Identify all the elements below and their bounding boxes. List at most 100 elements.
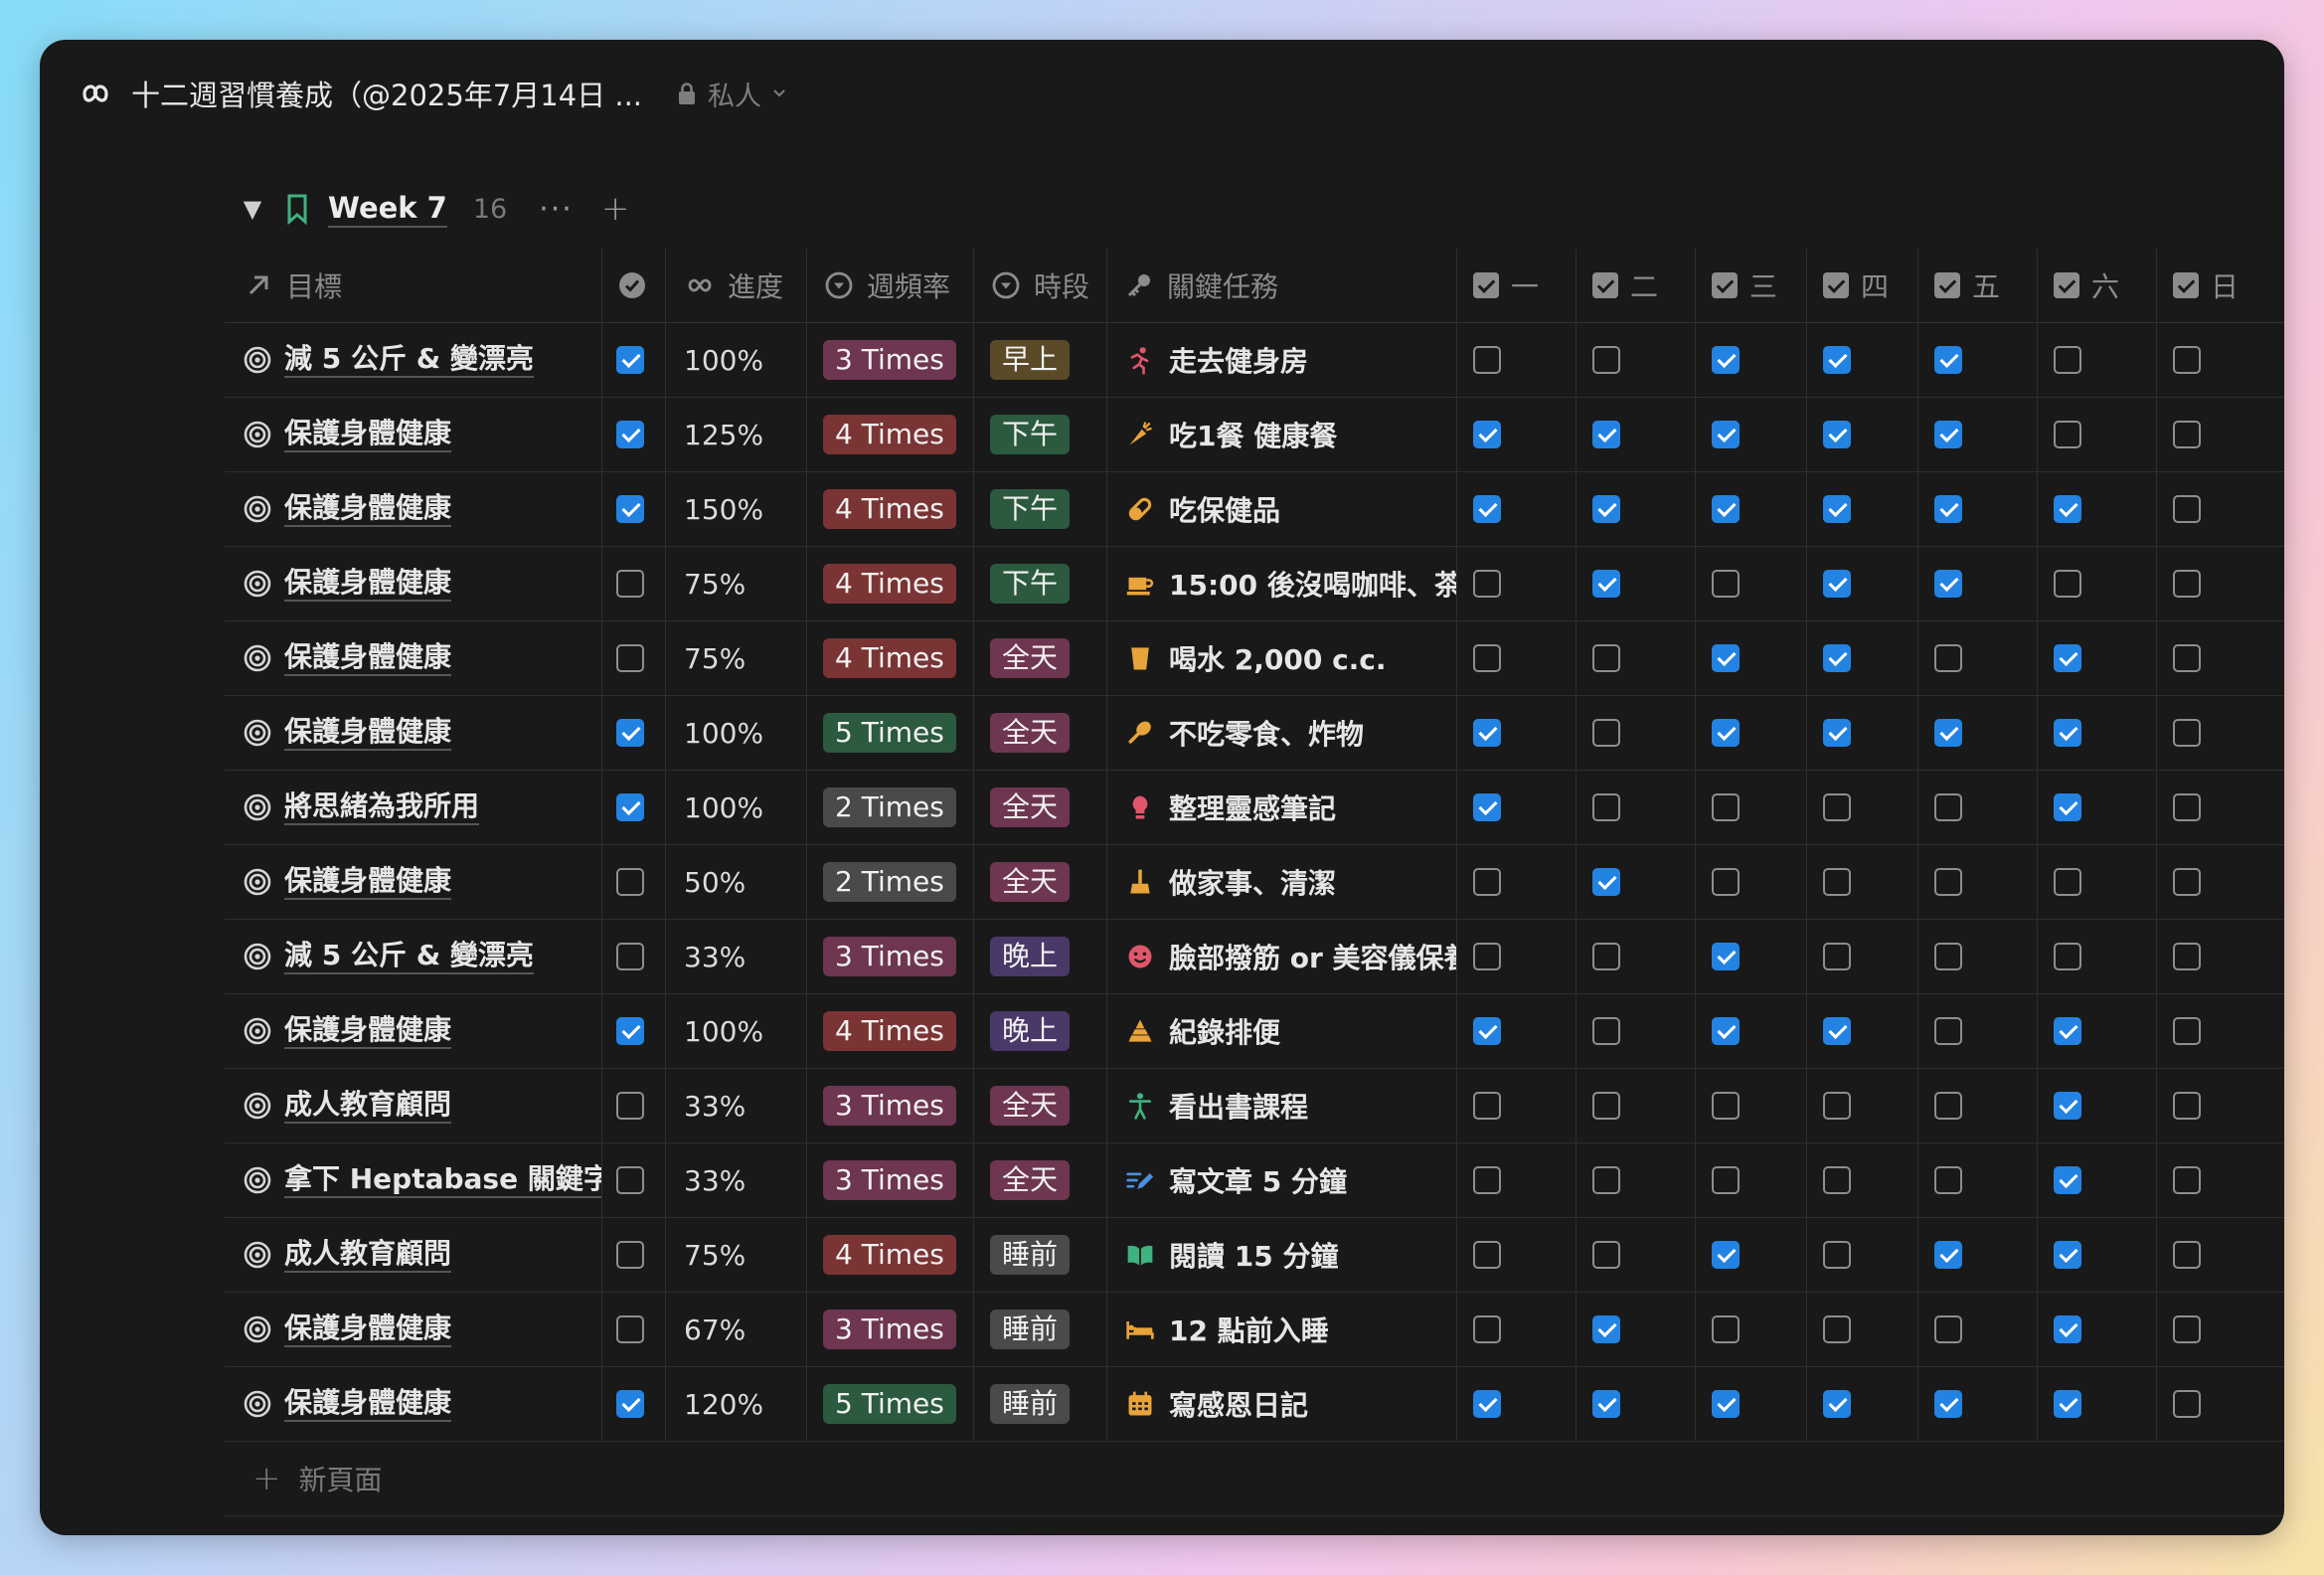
day-checkbox-fri[interactable] [1934, 1166, 1962, 1194]
day-checkbox-wed[interactable] [1712, 868, 1740, 896]
day-checkbox-sat[interactable] [2054, 421, 2081, 448]
day-checkbox-sun[interactable] [2173, 1241, 2201, 1269]
day-checkbox-sun[interactable] [2173, 346, 2201, 374]
done-checkbox[interactable] [616, 570, 644, 598]
day-checkbox-sat[interactable] [2054, 868, 2081, 896]
frequency-cell[interactable]: 4 Times [807, 472, 974, 546]
day-checkbox-mon[interactable] [1473, 1166, 1501, 1194]
time-cell[interactable]: 晚上 [974, 920, 1107, 993]
day-checkbox-tue[interactable] [1592, 346, 1620, 374]
task-cell[interactable]: 15:00 後沒喝咖啡、茶 [1107, 547, 1457, 620]
day-checkbox-sun[interactable] [2173, 943, 2201, 970]
day-checkbox-thu[interactable] [1823, 421, 1851, 448]
day-checkbox-fri[interactable] [1934, 1017, 1962, 1045]
day-checkbox-fri[interactable] [1934, 1241, 1962, 1269]
day-checkbox-wed[interactable] [1712, 346, 1740, 374]
time-cell[interactable]: 下午 [974, 547, 1107, 620]
frequency-cell[interactable]: 3 Times [807, 920, 974, 993]
day-checkbox-wed[interactable] [1712, 943, 1740, 970]
day-checkbox-thu[interactable] [1823, 793, 1851, 821]
goal-link[interactable]: 保護身體健康 [284, 640, 452, 676]
table-row[interactable]: 保護身體健康 125% 4 Times 下午 吃1餐 健康餐 [225, 398, 2284, 472]
day-checkbox-sat[interactable] [2054, 943, 2081, 970]
table-row[interactable]: 拿下 Heptabase 關鍵字 33% 3 Times 全天 寫文章 5 分鐘 [225, 1143, 2284, 1218]
header-progress[interactable]: 進度 [666, 249, 807, 322]
table-row[interactable]: 保護身體健康 75% 4 Times 全天 喝水 2,000 c.c. [225, 621, 2284, 696]
time-cell[interactable]: 全天 [974, 771, 1107, 844]
table-row[interactable]: 成人教育顧問 33% 3 Times 全天 看出書課程 [225, 1069, 2284, 1143]
day-checkbox-wed[interactable] [1712, 1017, 1740, 1045]
day-checkbox-mon[interactable] [1473, 495, 1501, 523]
day-checkbox-tue[interactable] [1592, 1241, 1620, 1269]
day-checkbox-sun[interactable] [2173, 495, 2201, 523]
frequency-cell[interactable]: 5 Times [807, 696, 974, 770]
goal-link[interactable]: 保護身體健康 [284, 1312, 452, 1347]
time-cell[interactable]: 全天 [974, 696, 1107, 770]
frequency-cell[interactable]: 3 Times [807, 1069, 974, 1142]
goal-link[interactable]: 保護身體健康 [284, 491, 452, 527]
header-frequency[interactable]: 週頻率 [807, 249, 974, 322]
day-checkbox-tue[interactable] [1592, 495, 1620, 523]
header-day-sat[interactable]: 六 [2038, 249, 2157, 322]
header-goal[interactable]: 目標 [225, 249, 602, 322]
time-cell[interactable]: 晚上 [974, 994, 1107, 1068]
time-cell[interactable]: 全天 [974, 1143, 1107, 1217]
day-checkbox-fri[interactable] [1934, 793, 1962, 821]
frequency-cell[interactable]: 4 Times [807, 621, 974, 695]
day-checkbox-mon[interactable] [1473, 943, 1501, 970]
header-day-mon[interactable]: 一 [1457, 249, 1577, 322]
time-cell[interactable]: 睡前 [974, 1218, 1107, 1292]
done-checkbox[interactable] [616, 346, 644, 374]
day-checkbox-sun[interactable] [2173, 1092, 2201, 1120]
done-checkbox[interactable] [616, 1390, 644, 1418]
done-checkbox[interactable] [616, 1241, 644, 1269]
frequency-cell[interactable]: 3 Times [807, 1143, 974, 1217]
table-row[interactable]: 保護身體健康 50% 2 Times 全天 做家事、清潔 [225, 845, 2284, 920]
task-cell[interactable]: 紀錄排便 [1107, 994, 1457, 1068]
day-checkbox-thu[interactable] [1823, 644, 1851, 672]
day-checkbox-thu[interactable] [1823, 1092, 1851, 1120]
day-checkbox-tue[interactable] [1592, 868, 1620, 896]
table-row[interactable]: 減 5 公斤 & 變漂亮 100% 3 Times 早上 走去健身房 [225, 323, 2284, 398]
done-checkbox[interactable] [616, 943, 644, 970]
day-checkbox-sun[interactable] [2173, 1166, 2201, 1194]
day-checkbox-fri[interactable] [1934, 868, 1962, 896]
day-checkbox-sat[interactable] [2054, 346, 2081, 374]
day-checkbox-sat[interactable] [2054, 1241, 2081, 1269]
task-cell[interactable]: 臉部撥筋 or 美容儀保養 [1107, 920, 1457, 993]
day-checkbox-sat[interactable] [2054, 570, 2081, 598]
task-cell[interactable]: 12 點前入睡 [1107, 1293, 1457, 1366]
day-checkbox-mon[interactable] [1473, 1390, 1501, 1418]
day-checkbox-tue[interactable] [1592, 793, 1620, 821]
header-task[interactable]: 關鍵任務 [1107, 249, 1457, 322]
day-checkbox-sat[interactable] [2054, 719, 2081, 747]
done-checkbox[interactable] [616, 644, 644, 672]
day-checkbox-mon[interactable] [1473, 421, 1501, 448]
day-checkbox-mon[interactable] [1473, 793, 1501, 821]
day-checkbox-wed[interactable] [1712, 570, 1740, 598]
frequency-cell[interactable]: 2 Times [807, 771, 974, 844]
done-checkbox[interactable] [616, 793, 644, 821]
day-checkbox-thu[interactable] [1823, 495, 1851, 523]
day-checkbox-sun[interactable] [2173, 421, 2201, 448]
day-checkbox-wed[interactable] [1712, 1315, 1740, 1343]
day-checkbox-wed[interactable] [1712, 1166, 1740, 1194]
goal-link[interactable]: 將思緒為我所用 [284, 789, 480, 825]
header-day-thu[interactable]: 四 [1807, 249, 1918, 322]
frequency-cell[interactable]: 2 Times [807, 845, 974, 919]
day-checkbox-wed[interactable] [1712, 793, 1740, 821]
day-checkbox-tue[interactable] [1592, 719, 1620, 747]
header-day-tue[interactable]: 二 [1577, 249, 1696, 322]
task-cell[interactable]: 吃1餐 健康餐 [1107, 398, 1457, 471]
task-cell[interactable]: 整理靈感筆記 [1107, 771, 1457, 844]
day-checkbox-fri[interactable] [1934, 1390, 1962, 1418]
day-checkbox-fri[interactable] [1934, 570, 1962, 598]
group-add-button[interactable]: + [601, 189, 630, 229]
table-row[interactable]: 保護身體健康 150% 4 Times 下午 吃保健品 [225, 472, 2284, 547]
table-row[interactable]: 保護身體健康 75% 4 Times 下午 15:00 後沒喝咖啡、茶 [225, 547, 2284, 621]
frequency-cell[interactable]: 4 Times [807, 398, 974, 471]
day-checkbox-wed[interactable] [1712, 1092, 1740, 1120]
day-checkbox-sun[interactable] [2173, 644, 2201, 672]
header-day-sun[interactable]: 日 [2157, 249, 2276, 322]
goal-link[interactable]: 減 5 公斤 & 變漂亮 [284, 342, 534, 378]
